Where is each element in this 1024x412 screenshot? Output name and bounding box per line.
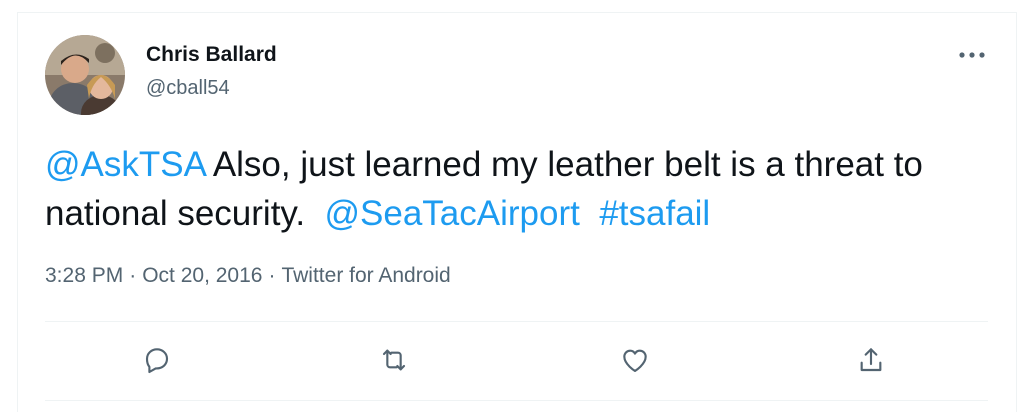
meta-separator: · xyxy=(268,264,276,287)
retweet-icon xyxy=(382,349,406,371)
mention-asktsa[interactable]: @AskTSA xyxy=(45,145,205,184)
retweet-button[interactable] xyxy=(374,340,414,380)
reply-button[interactable] xyxy=(137,340,177,380)
like-button[interactable] xyxy=(615,340,655,380)
tweet-time[interactable]: 3:28 PM xyxy=(45,264,123,287)
tweet-text: @AskTSA Also, just learned my leather be… xyxy=(45,140,995,238)
author-name[interactable]: Chris Ballard xyxy=(146,43,277,67)
tweet-source[interactable]: Twitter for Android xyxy=(281,264,450,287)
share-icon xyxy=(860,348,882,372)
avatar[interactable] xyxy=(45,35,125,115)
reply-icon xyxy=(145,348,169,374)
action-bar xyxy=(45,322,988,400)
more-options-icon[interactable] xyxy=(952,38,992,72)
meta-separator: · xyxy=(129,264,137,287)
share-button[interactable] xyxy=(851,340,891,380)
author-handle[interactable]: @cball54 xyxy=(146,77,230,100)
divider xyxy=(45,400,988,401)
mention-seatacairport[interactable]: @SeaTacAirport xyxy=(325,194,580,233)
tweet-date[interactable]: Oct 20, 2016 xyxy=(142,264,262,287)
hashtag-tsafail[interactable]: #tsafail xyxy=(599,194,710,233)
tweet-meta: 3:28 PM · Oct 20, 2016 · Twitter for Android xyxy=(45,264,451,288)
like-icon xyxy=(623,349,647,372)
